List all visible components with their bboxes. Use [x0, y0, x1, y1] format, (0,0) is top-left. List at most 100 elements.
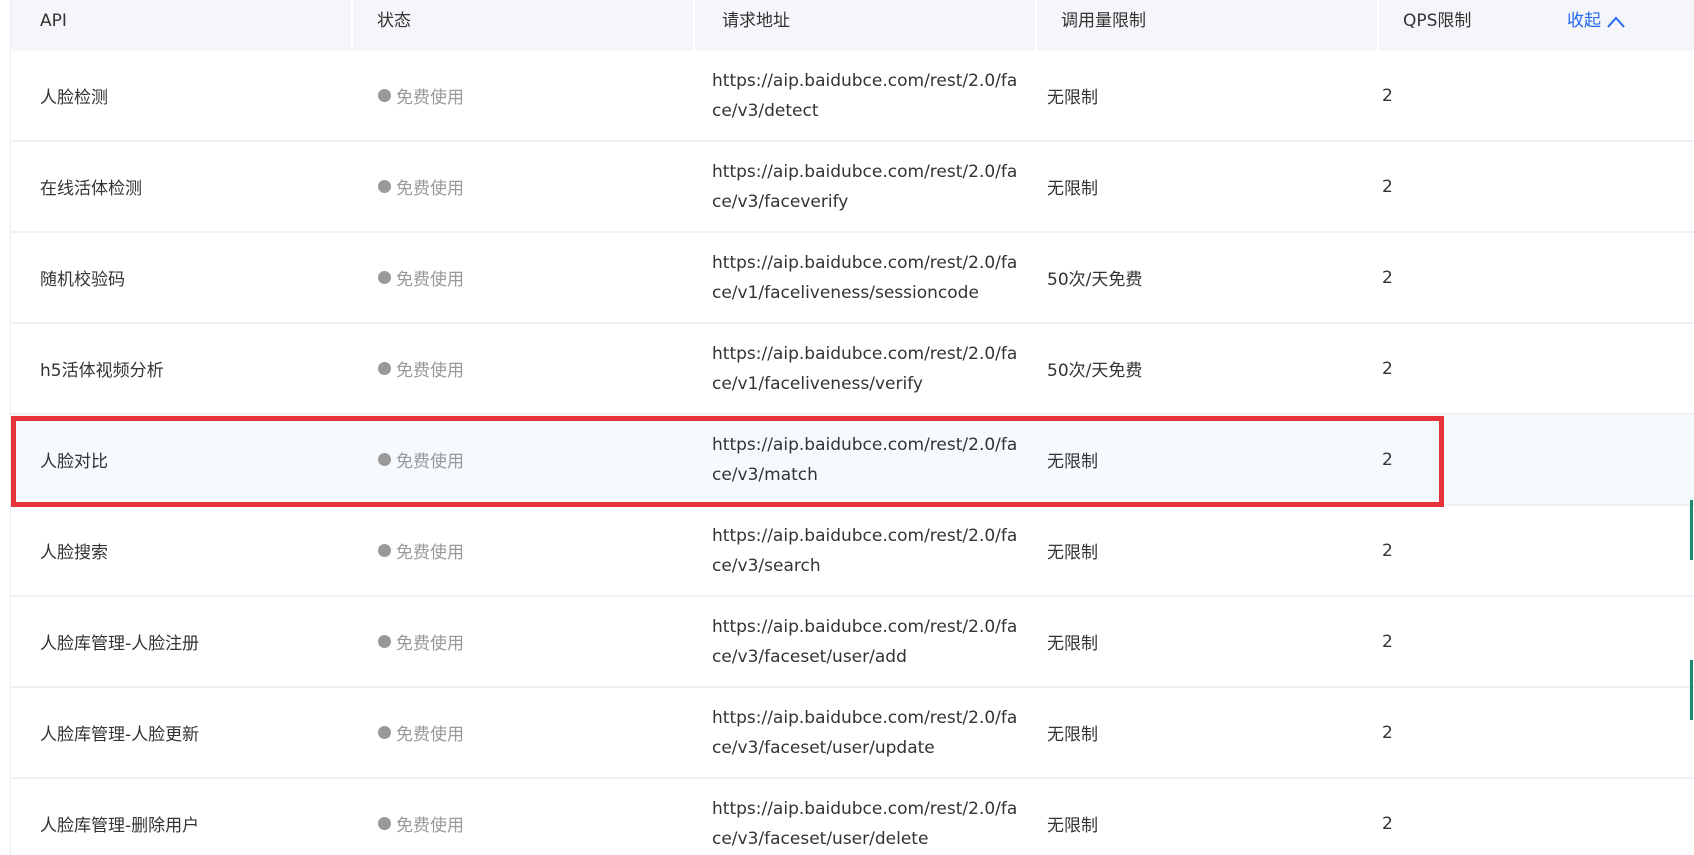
status-cell: 免费使用 [353, 538, 695, 563]
url-line-2: ce/v3/faceset/user/update [712, 737, 935, 758]
status-dot-icon [378, 453, 391, 466]
header-api: API [11, 0, 353, 51]
url-line-2: ce/v3/faceset/user/add [712, 646, 907, 667]
api-name: 人脸库管理-人脸更新 [40, 725, 200, 745]
api-name: 人脸库管理-删除用户 [40, 816, 200, 836]
table-body: 人脸检测 免费使用 https://aip.baidubce.com/rest/… [11, 51, 1694, 855]
url-line-2: ce/v3/search [712, 555, 821, 576]
header-status: 状态 [353, 0, 695, 51]
status-dot-icon [378, 180, 391, 193]
url-line-1: https://aip.baidubce.com/rest/2.0/fa [712, 252, 1018, 273]
url-line-1: https://aip.baidubce.com/rest/2.0/fa [712, 525, 1018, 546]
url-cell: https://aip.baidubce.com/rest/2.0/fa ce/… [695, 248, 1037, 308]
table-row[interactable]: 人脸搜索 免费使用 https://aip.baidubce.com/rest/… [11, 506, 1694, 597]
url-line-1: https://aip.baidubce.com/rest/2.0/fa [712, 70, 1018, 91]
api-name: 人脸搜索 [40, 543, 108, 563]
url-cell: https://aip.baidubce.com/rest/2.0/fa ce/… [695, 703, 1037, 763]
quota-cell: 无限制 [1047, 725, 1098, 745]
status-text: 免费使用 [396, 452, 464, 472]
status-text: 免费使用 [396, 270, 464, 290]
chevron-up-icon [1607, 15, 1625, 28]
api-name: 人脸库管理-人脸注册 [40, 634, 200, 654]
table-row[interactable]: 人脸对比 免费使用 https://aip.baidubce.com/rest/… [11, 415, 1694, 506]
qps-cell: 2 [1382, 540, 1393, 561]
quota-cell: 无限制 [1047, 179, 1098, 199]
table-row[interactable]: 人脸库管理-人脸注册 免费使用 https://aip.baidubce.com… [11, 597, 1694, 688]
quota-cell: 无限制 [1047, 88, 1098, 108]
status-text: 免费使用 [396, 179, 464, 199]
status-text: 免费使用 [396, 725, 464, 745]
status-dot-icon [378, 89, 391, 102]
url-line-1: https://aip.baidubce.com/rest/2.0/fa [712, 161, 1018, 182]
url-line-2: ce/v3/faceset/user/delete [712, 828, 929, 849]
qps-cell: 2 [1382, 722, 1393, 743]
header-qps: QPS限制 [1403, 11, 1472, 31]
api-name: 人脸对比 [40, 452, 108, 472]
table-row[interactable]: 人脸检测 免费使用 https://aip.baidubce.com/rest/… [11, 51, 1694, 142]
quota-cell: 无限制 [1047, 816, 1098, 836]
header-url: 请求地址 [695, 0, 1037, 51]
table-row[interactable]: h5活体视频分析 免费使用 https://aip.baidubce.com/r… [11, 324, 1694, 415]
url-line-1: https://aip.baidubce.com/rest/2.0/fa [712, 434, 1018, 455]
api-name: 在线活体检测 [40, 179, 142, 199]
qps-cell: 2 [1382, 813, 1393, 834]
api-name: 人脸检测 [40, 88, 108, 108]
header-quota: 调用量限制 [1037, 0, 1379, 51]
qps-cell: 2 [1382, 267, 1393, 288]
status-dot-icon [378, 271, 391, 284]
status-cell: 免费使用 [353, 447, 695, 472]
table-row[interactable]: 人脸库管理-人脸更新 免费使用 https://aip.baidubce.com… [11, 688, 1694, 779]
status-cell: 免费使用 [353, 265, 695, 290]
status-dot-icon [378, 817, 391, 830]
status-cell: 免费使用 [353, 174, 695, 199]
status-cell: 免费使用 [353, 83, 695, 108]
url-line-2: ce/v3/detect [712, 100, 819, 121]
table-row[interactable]: 人脸库管理-删除用户 免费使用 https://aip.baidubce.com… [11, 779, 1694, 855]
status-text: 免费使用 [396, 634, 464, 654]
api-name: 随机校验码 [40, 270, 125, 290]
status-cell: 免费使用 [353, 629, 695, 654]
status-dot-icon [378, 362, 391, 375]
qps-cell: 2 [1382, 176, 1393, 197]
url-cell: https://aip.baidubce.com/rest/2.0/fa ce/… [695, 157, 1037, 217]
collapse-button[interactable]: 收起 [1567, 0, 1625, 43]
qps-cell: 2 [1382, 358, 1393, 379]
url-cell: https://aip.baidubce.com/rest/2.0/fa ce/… [695, 430, 1037, 490]
scrollbar-edge-mark [1690, 500, 1693, 560]
status-text: 免费使用 [396, 816, 464, 836]
url-line-1: https://aip.baidubce.com/rest/2.0/fa [712, 343, 1018, 364]
quota-cell: 50次/天免费 [1047, 361, 1143, 381]
quota-cell: 50次/天免费 [1047, 270, 1143, 290]
api-table: API 状态 请求地址 调用量限制 QPS限制 收起 人脸检测 免费使用 htt… [10, 0, 1694, 855]
url-line-1: https://aip.baidubce.com/rest/2.0/fa [712, 616, 1018, 637]
quota-cell: 无限制 [1047, 543, 1098, 563]
table-row[interactable]: 随机校验码 免费使用 https://aip.baidubce.com/rest… [11, 233, 1694, 324]
url-cell: https://aip.baidubce.com/rest/2.0/fa ce/… [695, 66, 1037, 126]
url-cell: https://aip.baidubce.com/rest/2.0/fa ce/… [695, 612, 1037, 672]
url-line-1: https://aip.baidubce.com/rest/2.0/fa [712, 798, 1018, 819]
quota-cell: 无限制 [1047, 452, 1098, 472]
url-cell: https://aip.baidubce.com/rest/2.0/fa ce/… [695, 339, 1037, 399]
qps-cell: 2 [1382, 449, 1393, 470]
status-cell: 免费使用 [353, 720, 695, 745]
status-text: 免费使用 [396, 88, 464, 108]
url-line-2: ce/v1/faceliveness/verify [712, 373, 923, 394]
url-line-2: ce/v1/faceliveness/sessioncode [712, 282, 979, 303]
url-line-2: ce/v3/faceverify [712, 191, 849, 212]
status-dot-icon [378, 544, 391, 557]
status-dot-icon [378, 635, 391, 648]
table-header: API 状态 请求地址 调用量限制 QPS限制 收起 [11, 0, 1694, 51]
url-line-2: ce/v3/match [712, 464, 818, 485]
collapse-label: 收起 [1567, 11, 1601, 31]
status-text: 免费使用 [396, 361, 464, 381]
status-cell: 免费使用 [353, 811, 695, 836]
url-line-1: https://aip.baidubce.com/rest/2.0/fa [712, 707, 1018, 728]
status-cell: 免费使用 [353, 356, 695, 381]
api-name: h5活体视频分析 [40, 361, 164, 381]
status-text: 免费使用 [396, 543, 464, 563]
status-dot-icon [378, 726, 391, 739]
api-list-page: API 状态 请求地址 调用量限制 QPS限制 收起 人脸检测 免费使用 htt… [0, 0, 1694, 855]
table-row[interactable]: 在线活体检测 免费使用 https://aip.baidubce.com/res… [11, 142, 1694, 233]
qps-cell: 2 [1382, 631, 1393, 652]
url-cell: https://aip.baidubce.com/rest/2.0/fa ce/… [695, 794, 1037, 854]
